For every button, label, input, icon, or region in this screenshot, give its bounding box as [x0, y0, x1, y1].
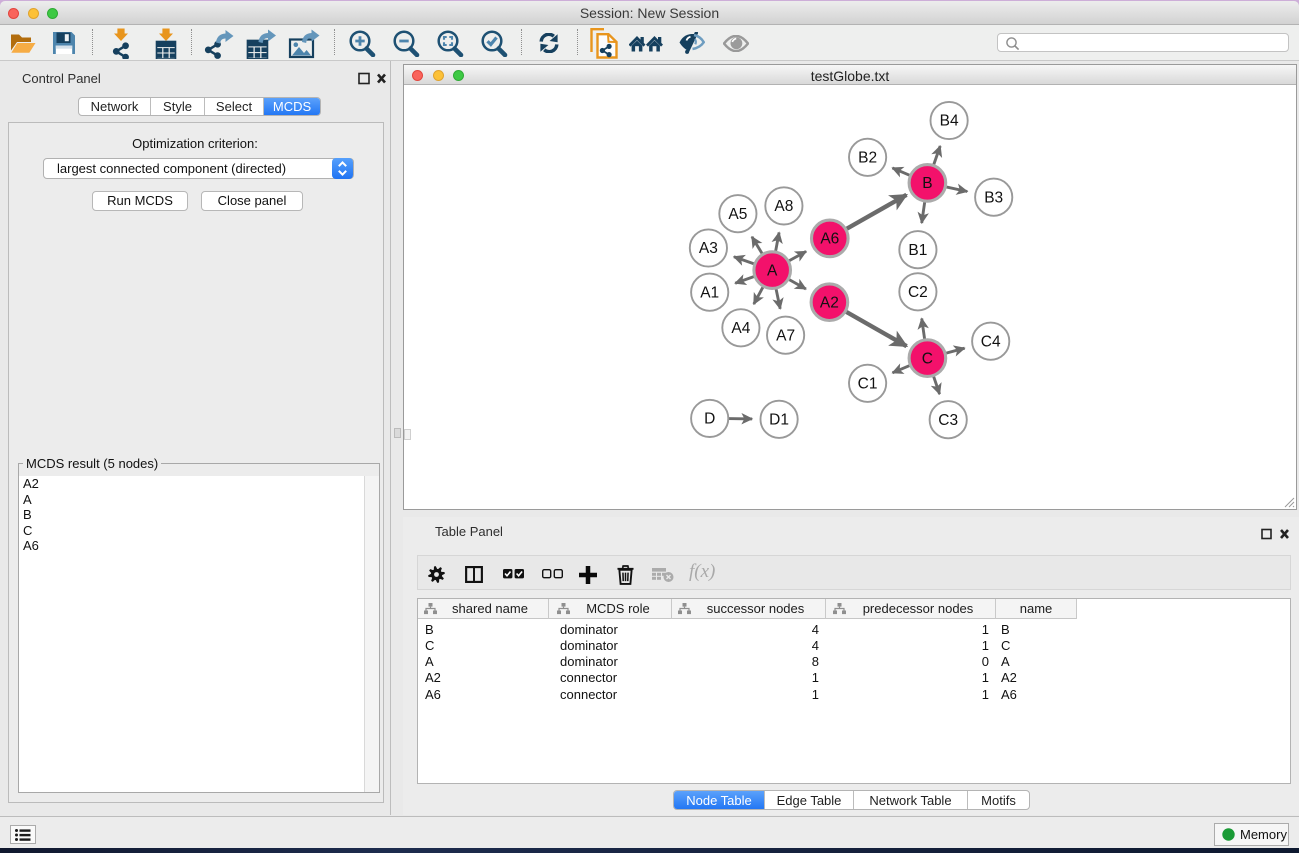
svg-text:A6: A6 [820, 231, 839, 248]
svg-text:B4: B4 [940, 113, 959, 130]
svg-text:D: D [704, 411, 715, 428]
svg-text:B: B [922, 175, 932, 192]
svg-text:C: C [922, 350, 933, 367]
svg-text:D1: D1 [769, 412, 789, 429]
svg-text:A: A [767, 262, 778, 279]
svg-text:B1: B1 [908, 242, 927, 259]
svg-text:A7: A7 [776, 327, 795, 344]
svg-text:A2: A2 [820, 294, 839, 311]
svg-text:A8: A8 [774, 198, 793, 215]
svg-text:B3: B3 [984, 189, 1003, 206]
svg-text:C1: C1 [858, 376, 878, 393]
svg-text:B2: B2 [858, 150, 877, 167]
svg-text:C4: C4 [981, 333, 1001, 350]
svg-text:A4: A4 [731, 320, 750, 337]
svg-text:A1: A1 [700, 284, 719, 301]
svg-text:C3: C3 [938, 412, 958, 429]
svg-text:A5: A5 [728, 206, 747, 223]
svg-text:A3: A3 [699, 240, 718, 257]
svg-text:C2: C2 [908, 284, 928, 301]
